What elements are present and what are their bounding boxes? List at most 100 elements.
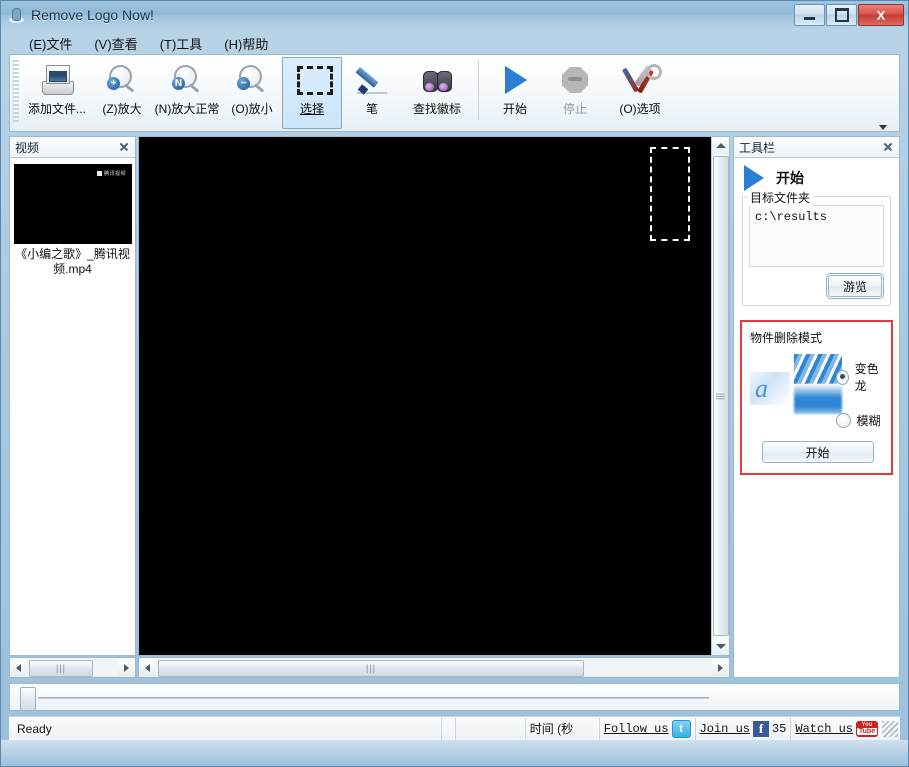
sample-b-chameleon bbox=[794, 354, 842, 384]
follow-us-link[interactable]: Follow us bbox=[604, 722, 669, 736]
twitter-icon[interactable]: t bbox=[671, 719, 691, 738]
toolbar-button-start[interactable]: 开始 bbox=[485, 57, 545, 129]
youtube-icon[interactable]: You Tube bbox=[856, 720, 878, 737]
toolbar-button-stop[interactable]: 停止 bbox=[545, 57, 605, 129]
window-title: Remove Logo Now! bbox=[31, 7, 154, 23]
mode-start-button[interactable]: 开始 bbox=[761, 441, 874, 463]
video-list-hscroll-track[interactable]: ||| bbox=[27, 659, 118, 677]
object-removal-mode-title: 物件删除模式 bbox=[750, 331, 823, 345]
video-hscrollbar[interactable]: ||| bbox=[138, 657, 730, 678]
tools-panel-header: 工具栏 bbox=[734, 137, 899, 158]
start-action-label: 开始 bbox=[776, 170, 804, 186]
scroll-left-icon[interactable] bbox=[10, 659, 27, 676]
tools-panel-title: 工具栏 bbox=[739, 140, 776, 155]
status-time-label: 时间 (秒 bbox=[524, 717, 599, 740]
video-list-hscroll-thumb[interactable]: ||| bbox=[29, 660, 93, 677]
toolbar-label-pen: 笔 bbox=[365, 102, 378, 116]
dashed-selection-rectangle[interactable] bbox=[650, 147, 690, 241]
status-bar: Ready 时间 (秒 Follow us t Join us f 35 Wat… bbox=[9, 716, 900, 740]
video-list-title: 视频 bbox=[15, 140, 40, 155]
maximize-button[interactable] bbox=[826, 4, 857, 26]
menu-item-file[interactable]: (E)文件 bbox=[19, 31, 82, 56]
toolbar-label-zoom-out: (O)放小 bbox=[231, 102, 273, 116]
list-item[interactable]: 腾讯视频 《小编之歌》_腾讯视频.mp4 bbox=[10, 158, 135, 277]
window-footer bbox=[1, 740, 908, 766]
toolbar-gripper[interactable] bbox=[12, 60, 19, 124]
title-bar: Remove Logo Now! X bbox=[1, 1, 908, 29]
radio-chameleon-label: 变色龙 bbox=[854, 362, 879, 393]
watch-us-link[interactable]: Watch us bbox=[795, 722, 853, 736]
social-join-us[interactable]: Join us f 35 bbox=[694, 717, 791, 740]
toolbar-button-zoom-out[interactable]: − (O)放小 bbox=[222, 57, 282, 129]
video-preview-panel: ||| bbox=[138, 136, 730, 656]
object-removal-mode-panel: 物件删除模式 a 变色龙 模糊 开始 bbox=[740, 320, 893, 475]
facebook-like-count: 35 bbox=[771, 721, 787, 736]
binoculars-icon bbox=[420, 63, 454, 97]
menu-item-help[interactable]: (H)帮助 bbox=[214, 31, 278, 56]
sample-a-logo: a bbox=[750, 372, 790, 405]
toolbar-button-pen[interactable]: 笔 bbox=[342, 57, 402, 129]
stop-octagon-icon bbox=[558, 63, 592, 97]
close-button[interactable]: X bbox=[858, 4, 904, 26]
timeline-slider-thumb[interactable] bbox=[20, 687, 36, 711]
application-window: Remove Logo Now! X (E)文件 (V)查看 (T)工具 (H)… bbox=[0, 0, 909, 767]
toolbar-button-find-logo[interactable]: 查找徽标 bbox=[402, 57, 472, 129]
video-vscroll-track[interactable]: ||| bbox=[712, 154, 729, 638]
facebook-icon[interactable]: f bbox=[752, 720, 769, 737]
close-icon[interactable] bbox=[117, 140, 131, 154]
menu-item-view[interactable]: (V)查看 bbox=[84, 31, 147, 56]
chevron-down-icon[interactable] bbox=[879, 125, 887, 130]
social-follow-us[interactable]: Follow us t bbox=[598, 717, 695, 740]
video-list-hscrollbar[interactable]: ||| bbox=[9, 657, 136, 678]
scroll-down-icon[interactable] bbox=[712, 638, 729, 655]
video-hscroll-track[interactable]: ||| bbox=[156, 659, 712, 677]
pen-icon bbox=[355, 63, 389, 97]
scroll-right-icon[interactable] bbox=[118, 659, 135, 676]
minimize-button[interactable] bbox=[794, 4, 825, 26]
close-icon[interactable] bbox=[881, 140, 895, 154]
toolbar-label-options: (O)选项 bbox=[619, 102, 661, 116]
scroll-left-icon[interactable] bbox=[139, 659, 156, 676]
timeline-slider-track[interactable] bbox=[38, 697, 709, 699]
toolbar-button-select[interactable]: 选择 bbox=[282, 57, 342, 129]
toolbar-button-zoom-normal[interactable]: N (N)放大正常 bbox=[152, 57, 222, 129]
radio-option-blur[interactable]: 模糊 bbox=[835, 412, 885, 429]
video-list-panel: 视频 腾讯视频 《小编之歌》_腾讯视频.mp4 bbox=[9, 136, 136, 656]
target-folder-path[interactable]: c:\results bbox=[749, 205, 884, 267]
mode-sample-previews: a bbox=[750, 354, 842, 414]
menu-bar: (E)文件 (V)查看 (T)工具 (H)帮助 bbox=[9, 31, 900, 55]
window-controls: X bbox=[793, 4, 904, 26]
video-vscrollbar[interactable]: ||| bbox=[711, 137, 729, 655]
toolbar-button-options[interactable]: (O)选项 bbox=[605, 57, 675, 129]
app-logo-icon bbox=[9, 7, 25, 23]
toolbar-button-add-file[interactable]: 添加文件... bbox=[22, 57, 92, 129]
video-canvas[interactable] bbox=[139, 137, 712, 655]
radio-option-chameleon[interactable]: 变色龙 bbox=[835, 360, 885, 394]
status-cell-medium bbox=[454, 717, 525, 740]
radio-blur-icon[interactable] bbox=[835, 413, 851, 428]
target-folder-group: 目标文件夹 c:\results 游览 bbox=[742, 189, 891, 306]
video-vscroll-thumb[interactable]: ||| bbox=[713, 156, 729, 636]
video-hscroll-thumb[interactable]: ||| bbox=[158, 660, 584, 677]
toolbar-button-zoom-in[interactable]: + (Z)放大 bbox=[92, 57, 152, 129]
timeline-slider[interactable] bbox=[9, 683, 900, 711]
social-watch-us[interactable]: Watch us You Tube bbox=[790, 717, 882, 740]
video-thumbnail[interactable]: 腾讯视频 bbox=[14, 164, 132, 244]
menu-item-tools[interactable]: (T)工具 bbox=[150, 31, 213, 56]
radio-blur-label: 模糊 bbox=[856, 414, 881, 428]
scroll-up-icon[interactable] bbox=[712, 137, 729, 154]
video-list-header: 视频 bbox=[10, 137, 135, 158]
scroll-thumb-grip: ||| bbox=[716, 392, 727, 400]
toolbar-label-stop: 停止 bbox=[562, 102, 587, 116]
status-text: Ready bbox=[17, 721, 52, 736]
browse-button[interactable]: 游览 bbox=[825, 273, 885, 299]
resize-grip[interactable] bbox=[882, 720, 898, 737]
scroll-right-icon[interactable] bbox=[712, 659, 729, 676]
magnifier-plus-icon: + bbox=[105, 63, 139, 97]
toolbar-label-find-logo: 查找徽标 bbox=[412, 102, 461, 116]
toolbar-separator bbox=[478, 60, 479, 120]
magnifier-minus-icon: − bbox=[235, 63, 269, 97]
join-us-link[interactable]: Join us bbox=[700, 722, 750, 736]
video-file-name: 《小编之歌》_腾讯视频.mp4 bbox=[15, 247, 130, 276]
radio-chameleon-icon[interactable] bbox=[835, 369, 849, 385]
